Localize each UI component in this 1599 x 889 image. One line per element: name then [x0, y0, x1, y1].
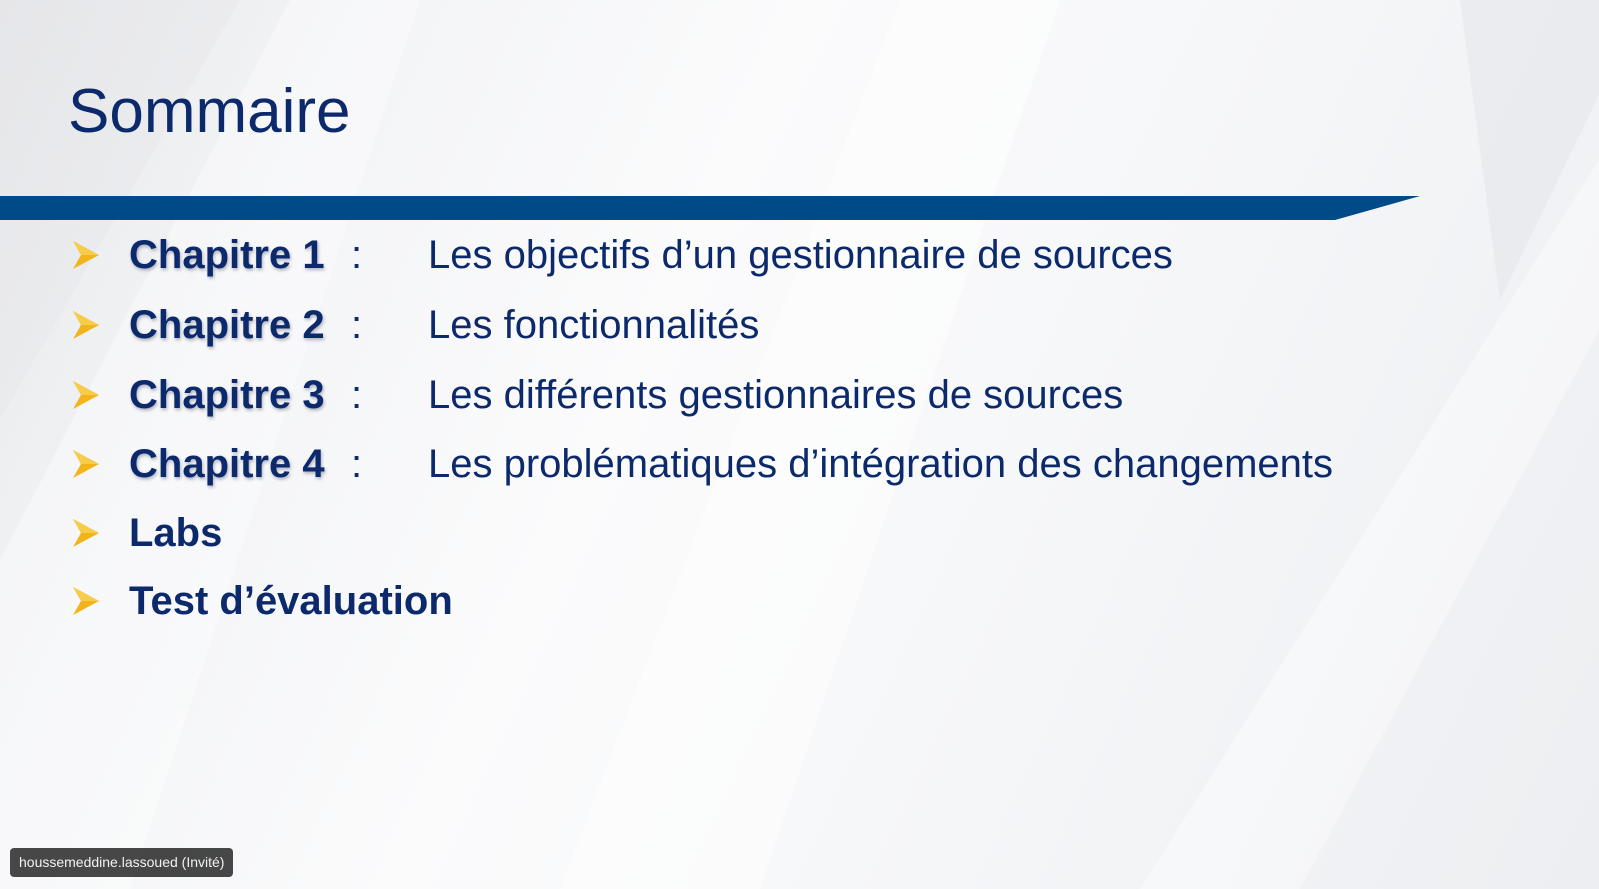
- agenda-item-label: Chapitre 2: [129, 303, 325, 347]
- agenda-item-label: Labs: [129, 511, 223, 555]
- agenda-item-description: Les différents gestionnaires de sources: [428, 373, 1124, 417]
- agenda-item-chapitre-3: Chapitre 3 : Les différents gestionnaire…: [0, 366, 1599, 426]
- participant-name-badge: houssemeddine.lassoued (Invité): [10, 848, 234, 877]
- presentation-slide: Sommaire Chapitre 1 : Les objectifs d’un…: [0, 0, 1599, 889]
- agenda-item-colon: :: [351, 233, 363, 277]
- agenda-item-description: Les fonctionnalités: [428, 303, 760, 347]
- agenda-item-description: Les problématiques d’intégration des cha…: [428, 442, 1334, 486]
- agenda-item-description: Les objectifs d’un gestionnaire de sourc…: [428, 233, 1173, 277]
- shared-screen-viewport: Sommaire Chapitre 1 : Les objectifs d’un…: [0, 0, 1599, 889]
- agenda-item-test-evaluation: Test d’évaluation: [0, 572, 1599, 632]
- agenda-item-label: Chapitre 3: [129, 373, 325, 417]
- agenda-item-label: Chapitre 1: [129, 233, 325, 277]
- title-divider-band: [0, 196, 1420, 220]
- agenda-item-chapitre-1: Chapitre 1 : Les objectifs d’un gestionn…: [0, 226, 1599, 286]
- arrow-bullet-icon: [73, 241, 99, 269]
- agenda-item-labs: Labs: [0, 504, 1599, 564]
- agenda-item-colon: :: [351, 442, 363, 486]
- arrow-bullet-icon: [73, 381, 99, 409]
- agenda-item-label: Chapitre 4: [129, 442, 325, 486]
- arrow-bullet-icon: [73, 311, 99, 339]
- agenda-item-colon: :: [351, 303, 363, 347]
- agenda-item-chapitre-4: Chapitre 4 : Les problématiques d’intégr…: [0, 435, 1599, 495]
- arrow-bullet-icon: [73, 587, 99, 615]
- agenda-item-colon: :: [351, 373, 363, 417]
- arrow-bullet-icon: [73, 450, 99, 478]
- slide-title: Sommaire: [68, 77, 351, 146]
- agenda-item-label: Test d’évaluation: [129, 579, 453, 623]
- arrow-bullet-icon: [73, 519, 99, 547]
- agenda-item-chapitre-2: Chapitre 2 : Les fonctionnalités: [0, 296, 1599, 356]
